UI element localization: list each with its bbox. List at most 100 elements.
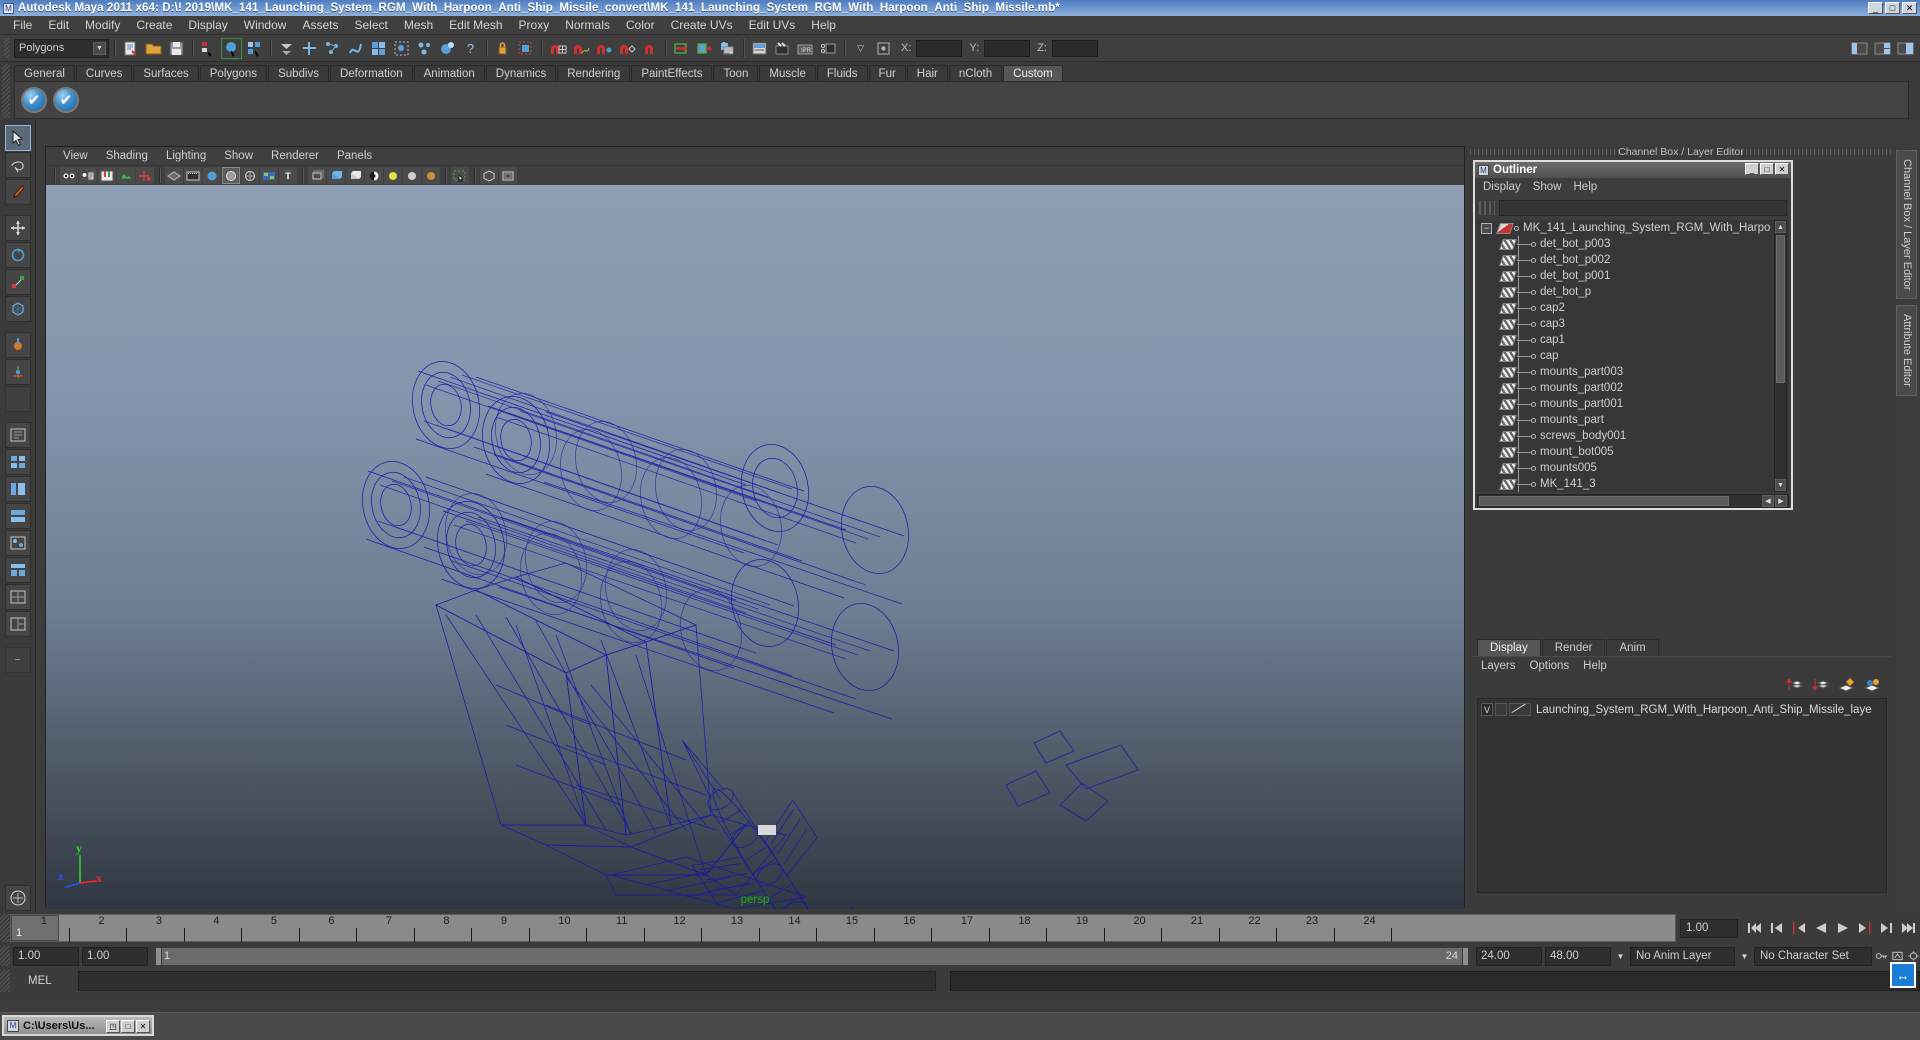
text-display-icon[interactable]: T [279, 167, 297, 184]
layer-menu-item-layers[interactable]: Layers [1479, 659, 1528, 673]
current-time-field[interactable]: 1.00 [1680, 918, 1738, 938]
shelf-tab-subdivs[interactable]: Subdivs [268, 65, 329, 82]
quick-layout-four-view-icon[interactable] [4, 449, 31, 475]
shelf-tab-hair[interactable]: Hair [906, 65, 948, 82]
wireframe-shading-icon[interactable] [203, 167, 221, 184]
mel-command-input[interactable] [78, 971, 936, 991]
outliner-item[interactable]: det_bot_p001 [1477, 268, 1789, 284]
menu-item-create-uvs[interactable]: Create UVs [663, 16, 741, 34]
viewport-3d-canvas[interactable]: y z x persp [46, 185, 1464, 909]
check-mark-icon[interactable]: ✔ [21, 87, 47, 113]
outliner-item[interactable]: MK_141_3 [1477, 476, 1789, 492]
outliner-search-input[interactable] [1499, 200, 1787, 216]
range-slider[interactable]: 1 24 [155, 946, 1469, 966]
step-back-keyframe-icon[interactable] [1766, 918, 1788, 938]
new-layer-from-selected-icon[interactable] [1863, 677, 1881, 693]
step-forward-frame-icon[interactable] [1854, 918, 1876, 938]
viewport-menu-item-renderer[interactable]: Renderer [262, 149, 328, 163]
outliner-horizontal-scrollbar[interactable]: ◀ ▶ [1477, 494, 1789, 508]
range-slider-right-handle[interactable] [1462, 947, 1468, 965]
texture-display-icon[interactable] [260, 167, 278, 184]
dock-grip-right[interactable] [1742, 149, 1892, 155]
layer-visibility-toggle[interactable]: V [1481, 703, 1493, 716]
scrollbar-thumb[interactable] [1776, 235, 1785, 383]
menu-item-create[interactable]: Create [128, 16, 180, 34]
key-icon[interactable] [1875, 948, 1888, 965]
outliner-item[interactable]: mounts_part002 [1477, 380, 1789, 396]
highlight-selection-icon[interactable] [515, 38, 536, 59]
outliner-root-item[interactable]: − MK_141_Launching_System_RGM_With_Harpo [1477, 220, 1789, 236]
shelf-tab-curves[interactable]: Curves [75, 65, 133, 82]
grid-toggle-icon[interactable] [165, 167, 183, 184]
quick-layout-persp-outliner-icon[interactable] [4, 476, 31, 502]
scroll-left-arrow-icon[interactable]: ◀ [1762, 495, 1774, 507]
menu-item-color[interactable]: Color [618, 16, 663, 34]
shelf-tab-toon[interactable]: Toon [713, 65, 759, 82]
shelf-tab-general[interactable]: General [14, 65, 75, 82]
outliner-vertical-scrollbar[interactable]: ▲ ▼ [1774, 220, 1787, 492]
help-line-icon[interactable] [4, 885, 31, 911]
current-time-indicator[interactable]: 1 [11, 915, 59, 941]
lasso-tool[interactable] [4, 152, 31, 178]
quick-layout-three-panes-icon[interactable] [4, 611, 31, 637]
outliner-minimize-button[interactable]: _ [1745, 163, 1759, 175]
layer-editor-tab-anim[interactable]: Anim [1606, 639, 1659, 656]
layer-playback-toggle[interactable] [1495, 703, 1507, 716]
restore-button[interactable]: ◳ [106, 1020, 120, 1033]
outliner-item[interactable]: mounts_part003 [1477, 364, 1789, 380]
quick-layout-single-icon[interactable] [4, 422, 31, 448]
outliner-item[interactable]: screws_body001 [1477, 428, 1789, 444]
teamviewer-arrows-icon[interactable]: ↔ [1890, 962, 1916, 988]
quick-layout-persp-graph-icon[interactable] [4, 503, 31, 529]
show-hide-layer-editor-icon[interactable] [1872, 38, 1893, 59]
lock-selection-icon[interactable] [492, 38, 513, 59]
layer-list[interactable]: V Launching_System_RGM_With_Harpoon_Anti_… [1477, 698, 1887, 893]
open-scene-icon[interactable] [143, 38, 164, 59]
new-scene-icon[interactable] [120, 38, 141, 59]
menu-item-modify[interactable]: Modify [77, 16, 128, 34]
component-mask-icon[interactable] [276, 38, 297, 59]
show-hide-channel-box-icon[interactable] [1849, 38, 1870, 59]
anim-layer-dropdown[interactable]: No Anim Layer [1630, 946, 1735, 966]
layer-menu-item-help[interactable]: Help [1581, 659, 1619, 673]
move-layer-down-icon[interactable] [1811, 677, 1829, 693]
step-forward-keyframe-icon[interactable] [1876, 918, 1898, 938]
menu-item-edit-mesh[interactable]: Edit Mesh [441, 16, 510, 34]
shelf-tab-muscle[interactable]: Muscle [759, 65, 816, 82]
outliner-tree[interactable]: − MK_141_Launching_System_RGM_With_Harpod… [1477, 220, 1789, 492]
last-tool-used[interactable] [4, 386, 31, 412]
selection-mode-dropdown[interactable]: Polygons ▼ [14, 38, 109, 58]
shelf-tab-animation[interactable]: Animation [413, 65, 485, 82]
save-scene-icon[interactable] [166, 38, 187, 59]
transform-field-toggle-icon[interactable] [873, 38, 894, 59]
camera-attributes-icon[interactable] [79, 167, 97, 184]
layer-menu-item-options[interactable]: Options [1528, 659, 1582, 673]
animation-end-time-field[interactable]: 48.00 [1545, 946, 1611, 966]
vertical-tab-channel-box-layer-editor[interactable]: Channel Box / Layer Editor [1896, 150, 1917, 300]
wireframe-model-mk141-launcher[interactable] [46, 185, 1464, 909]
xray-joints-icon[interactable] [327, 167, 345, 184]
occlusion-icon[interactable] [365, 167, 383, 184]
menu-item-edit[interactable]: Edit [40, 16, 77, 34]
deformers-mask-icon[interactable] [391, 38, 412, 59]
shadows-icon[interactable] [346, 167, 364, 184]
maximize-button[interactable]: □ [1885, 2, 1900, 14]
display-normals-icon[interactable] [480, 167, 498, 184]
rendering-mask-icon[interactable] [437, 38, 458, 59]
menu-item-window[interactable]: Window [236, 16, 295, 34]
xray-display-icon[interactable] [308, 167, 326, 184]
render-current-frame-icon[interactable] [694, 38, 715, 59]
close-button[interactable]: ✕ [1902, 2, 1917, 14]
use-selected-lights-icon[interactable] [422, 167, 440, 184]
go-to-start-icon[interactable] [1744, 918, 1766, 938]
shelf-tab-dynamics[interactable]: Dynamics [485, 65, 557, 82]
command-line-grip[interactable] [0, 970, 10, 992]
filter-icon[interactable] [1479, 201, 1495, 215]
collapse-icon[interactable]: − [1481, 222, 1492, 234]
outliner-item[interactable]: det_bot_p002 [1477, 252, 1789, 268]
make-live-icon[interactable] [639, 38, 660, 59]
select-by-object-type-icon[interactable] [221, 37, 242, 59]
step-back-frame-icon[interactable] [1788, 918, 1810, 938]
shelf-tab-deformation[interactable]: Deformation [329, 65, 413, 82]
layer-editor-tab-render[interactable]: Render [1541, 639, 1606, 656]
